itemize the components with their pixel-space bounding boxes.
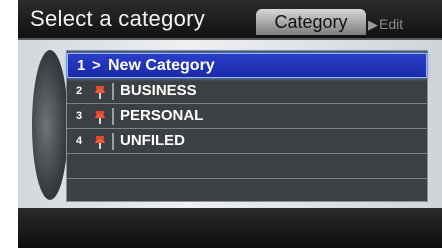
pushpin-icon: [95, 136, 105, 149]
pushpin-icon: [95, 86, 105, 99]
list-item-empty: [67, 154, 427, 179]
item-number: 4: [76, 135, 83, 147]
item-label: BUSINESS: [120, 82, 197, 99]
item-number: 2: [76, 85, 83, 97]
list-item-personal[interactable]: 3 PERSONAL: [67, 104, 427, 129]
list-item-new-category[interactable]: 1 > New Category: [67, 53, 427, 78]
list-item-empty: [67, 179, 427, 204]
category-list: 1 > New Category 2 BUSINESS 3 PERSONAL 4…: [66, 50, 428, 202]
divider: [112, 108, 114, 125]
item-label: New Category: [108, 57, 215, 74]
list-item-business[interactable]: 2 BUSINESS: [67, 79, 427, 104]
list-item-unfiled[interactable]: 4 UNFILED: [67, 129, 427, 154]
pushpin-icon: [95, 111, 105, 124]
tab-arrow-icon: ▶: [368, 17, 378, 32]
tab-edit[interactable]: ▶Edit: [368, 13, 403, 35]
item-number: 1: [77, 57, 86, 74]
divider: [112, 83, 114, 100]
item-number: 3: [76, 110, 83, 122]
navigation-screen: Select a category Category ▶Edit 1 > New…: [18, 0, 442, 248]
page-title: Select a category: [30, 6, 206, 31]
tab-category[interactable]: Category: [256, 9, 366, 35]
tab-edit-label: Edit: [379, 16, 404, 32]
dial-knob-graphic: [32, 50, 68, 200]
header-bar: Select a category Category ▶Edit: [18, 0, 442, 38]
divider: [112, 133, 114, 150]
item-label: PERSONAL: [120, 107, 204, 124]
arrow-right-icon: >: [92, 57, 101, 74]
item-label: UNFILED: [120, 132, 185, 149]
footer-bar: [18, 208, 442, 248]
content-area: 1 > New Category 2 BUSINESS 3 PERSONAL 4…: [18, 38, 442, 208]
